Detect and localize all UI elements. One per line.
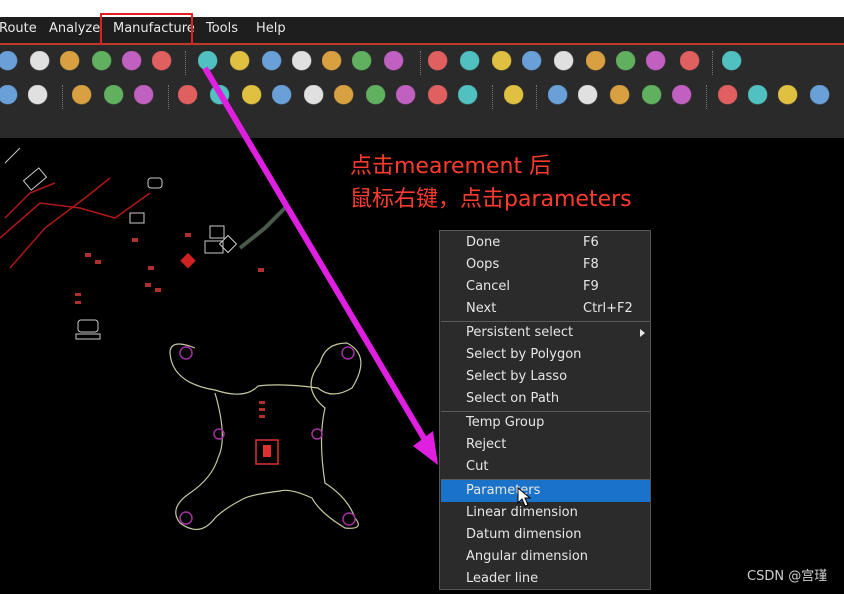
cursor-arrow-icon (517, 486, 532, 507)
mouse-cursor (517, 486, 532, 507)
watermark: CSDN @宫瑾 (747, 569, 828, 584)
